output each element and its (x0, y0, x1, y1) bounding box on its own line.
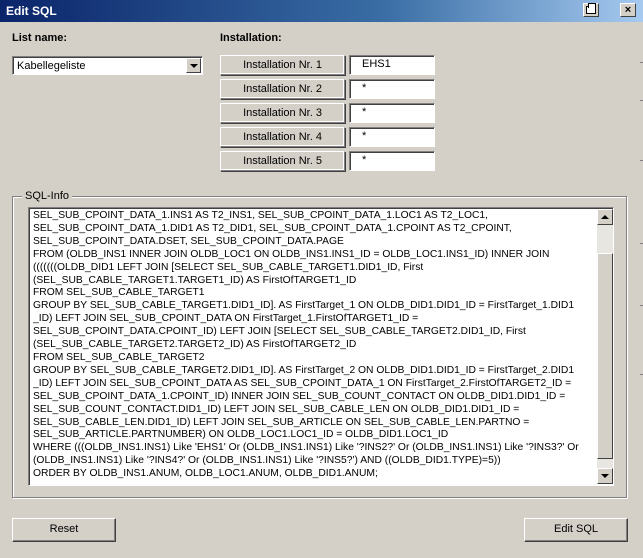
arrow-down-icon (601, 474, 609, 478)
installation-1-field[interactable]: EHS1 (349, 55, 435, 75)
vertical-scrollbar[interactable] (597, 209, 613, 484)
window-edge (639, 22, 643, 558)
sql-text[interactable]: SEL_SUB_CPOINT_DATA_1.INS1 AS T2_INS1, S… (33, 210, 595, 483)
scroll-down-button[interactable] (597, 468, 613, 484)
dropdown-button[interactable] (186, 58, 201, 73)
chevron-down-icon (190, 64, 198, 68)
installation-label: Installation: (220, 32, 282, 44)
title-bar: Edit SQL × (0, 0, 643, 22)
close-button[interactable]: × (620, 3, 636, 17)
print-button[interactable] (583, 3, 599, 17)
installation-4-field[interactable]: * (349, 127, 435, 147)
list-name-label: List name: (12, 32, 68, 44)
installation-3-field[interactable]: * (349, 103, 435, 123)
printer-icon (586, 3, 596, 14)
installation-3-label: Installation Nr. 3 (220, 103, 345, 123)
installation-2-field[interactable]: * (349, 79, 435, 99)
scroll-thumb[interactable] (597, 253, 613, 459)
edit-sql-button[interactable]: Edit SQL (524, 518, 628, 542)
list-name-dropdown[interactable]: Kabellegeliste (12, 56, 203, 75)
arrow-up-icon (601, 215, 609, 219)
list-name-value: Kabellegeliste (17, 60, 86, 72)
window-title: Edit SQL (6, 4, 57, 18)
installation-5-label: Installation Nr. 5 (220, 151, 345, 171)
scroll-up-button[interactable] (597, 209, 613, 225)
sql-info-title: SQL-Info (22, 190, 73, 202)
installation-5-field[interactable]: * (349, 151, 435, 171)
reset-button[interactable]: Reset (12, 518, 116, 542)
installation-4-label: Installation Nr. 4 (220, 127, 345, 147)
installation-2-label: Installation Nr. 2 (220, 79, 345, 99)
sql-textarea[interactable]: SEL_SUB_CPOINT_DATA_1.INS1 AS T2_INS1, S… (28, 207, 614, 486)
installation-1-label: Installation Nr. 1 (220, 55, 345, 75)
